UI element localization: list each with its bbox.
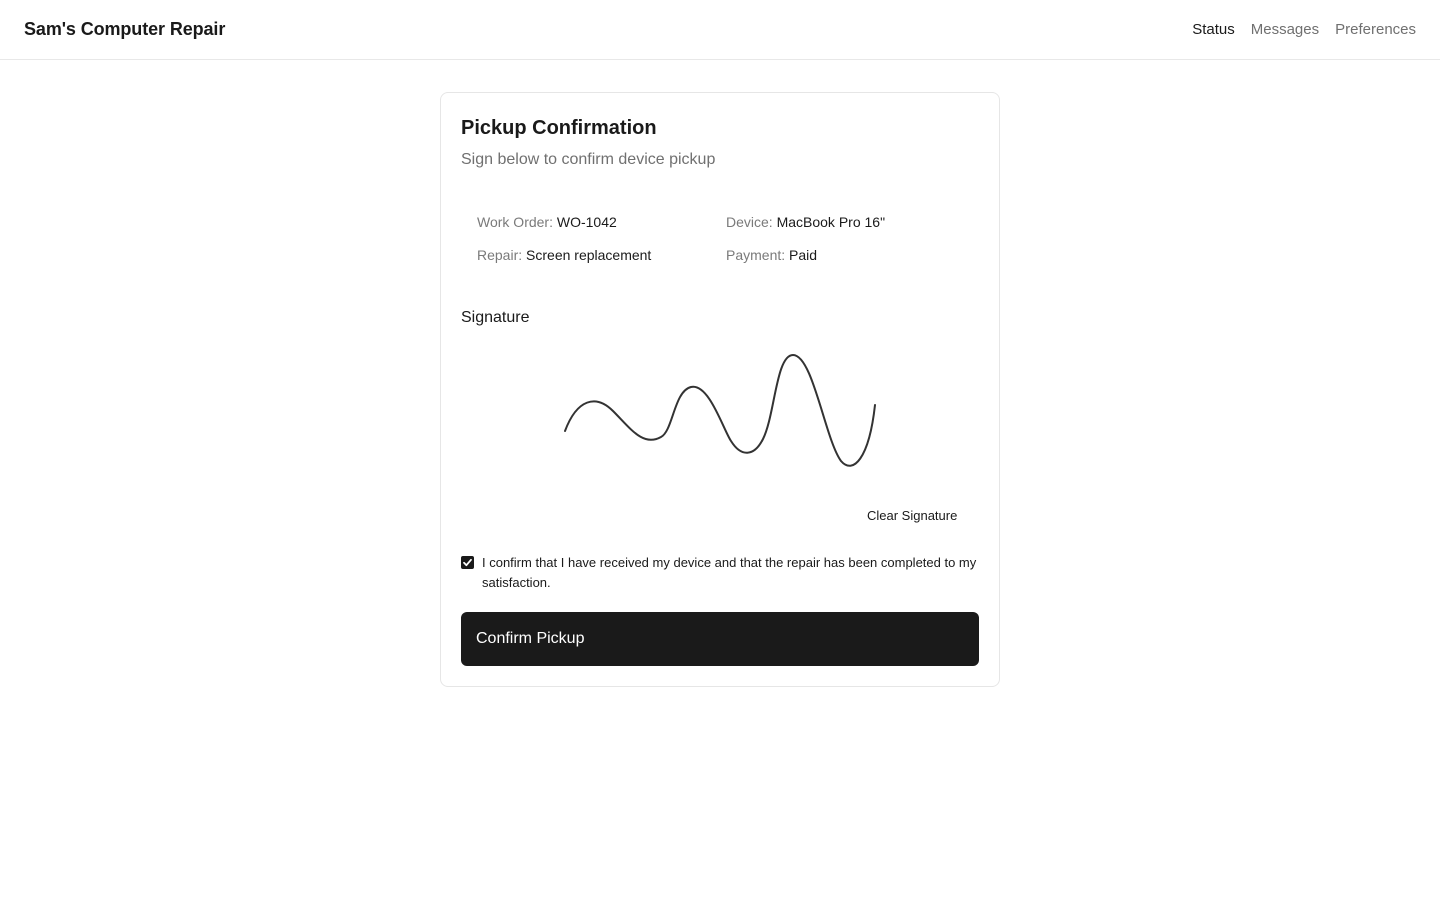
main-nav: Status Messages Preferences <box>1192 21 1416 38</box>
repair-value: Screen replacement <box>526 247 652 263</box>
top-bar: Sam's Computer Repair Status Messages Pr… <box>0 0 1440 60</box>
brand-title: Sam's Computer Repair <box>24 19 226 39</box>
confirm-checkbox-label[interactable]: I confirm that I have received my device… <box>482 553 981 593</box>
clear-signature-button[interactable]: Clear Signature <box>867 506 957 524</box>
payment-value: Paid <box>789 247 818 263</box>
device-value: MacBook Pro 16" <box>776 214 886 230</box>
card-subtitle: Sign below to confirm device pickup <box>461 151 716 168</box>
nav-item-status[interactable]: Status <box>1192 21 1235 38</box>
signature-pad[interactable] <box>461 339 979 509</box>
payment-info: Payment: Paid <box>726 247 817 263</box>
nav-item-preferences[interactable]: Preferences <box>1335 21 1416 38</box>
card-title: Pickup Confirmation <box>461 117 657 139</box>
confirm-checkbox-row: I confirm that I have received my device… <box>461 553 981 593</box>
confirm-checkbox[interactable] <box>461 556 474 569</box>
device-info: Device: MacBook Pro 16" <box>726 214 885 230</box>
pickup-card: Pickup Confirmation Sign below to confir… <box>440 92 1000 687</box>
payment-label: Payment: <box>726 247 786 263</box>
work-order-info: Work Order: WO-1042 <box>477 214 617 230</box>
signature-label: Signature <box>461 309 530 326</box>
device-label: Device: <box>726 214 773 230</box>
check-icon <box>463 558 472 567</box>
nav-item-messages[interactable]: Messages <box>1251 21 1319 38</box>
work-order-label: Work Order: <box>477 214 553 230</box>
repair-label: Repair: <box>477 247 523 263</box>
work-order-value: WO-1042 <box>556 214 617 230</box>
repair-info: Repair: Screen replacement <box>477 247 651 263</box>
confirm-pickup-button[interactable]: Confirm Pickup <box>461 612 979 666</box>
signature-drawing <box>564 354 876 467</box>
